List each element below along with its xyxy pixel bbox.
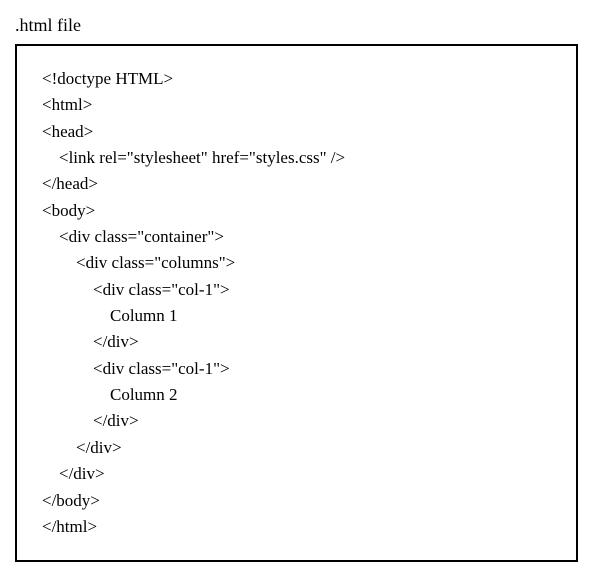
code-line: Column 1: [42, 303, 551, 329]
code-line: <head>: [42, 119, 551, 145]
code-line: </div>: [42, 461, 551, 487]
code-line: <div class="container">: [42, 224, 551, 250]
code-line: <div class="col-1">: [42, 277, 551, 303]
code-line: </html>: [42, 514, 551, 540]
code-line: Column 2: [42, 382, 551, 408]
code-line: </head>: [42, 171, 551, 197]
code-line: <div class="col-1">: [42, 356, 551, 382]
code-line: <body>: [42, 198, 551, 224]
code-line: <link rel="stylesheet" href="styles.css"…: [42, 145, 551, 171]
code-line: </div>: [42, 329, 551, 355]
code-line: <html>: [42, 92, 551, 118]
code-line: <!doctype HTML>: [42, 66, 551, 92]
code-line: </body>: [42, 488, 551, 514]
code-line: </div>: [42, 408, 551, 434]
code-container: <!doctype HTML> <html> <head> <link rel=…: [15, 44, 578, 562]
code-line: <div class="columns">: [42, 250, 551, 276]
file-title: .html file: [15, 15, 578, 36]
code-line: </div>: [42, 435, 551, 461]
